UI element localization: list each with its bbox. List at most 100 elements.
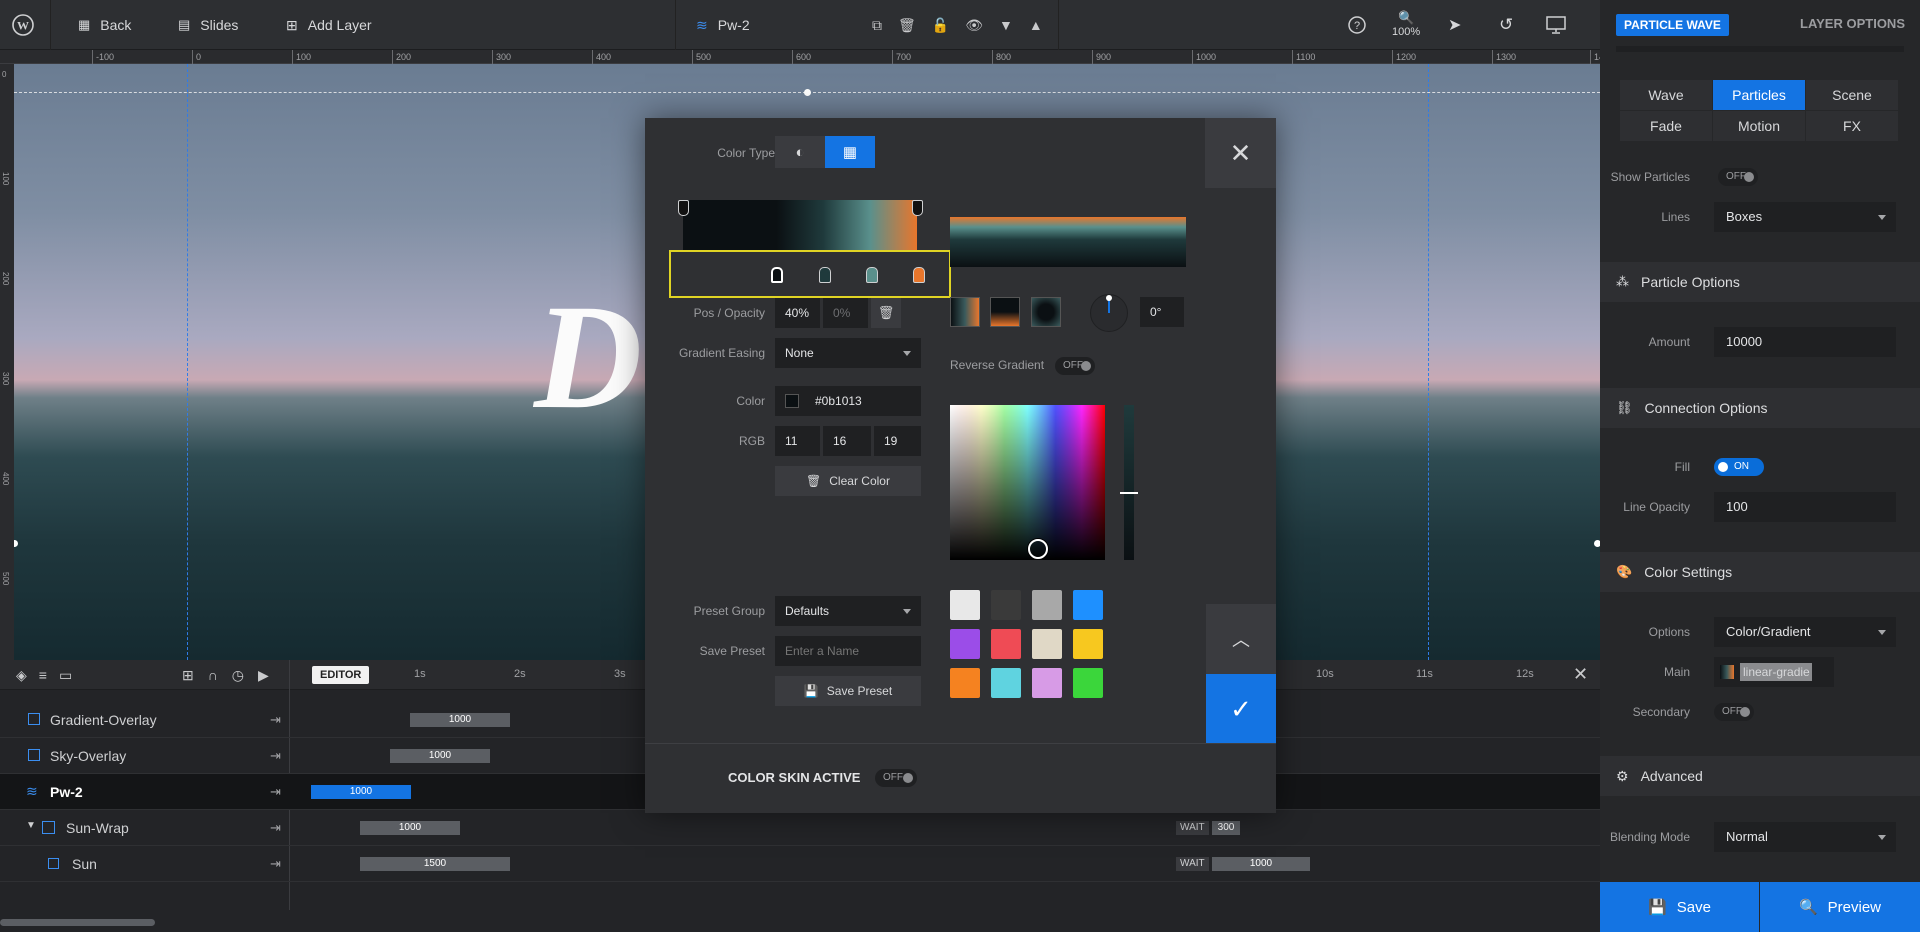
color-spectrum-picker[interactable]	[950, 405, 1105, 560]
secondary-toggle[interactable]: OFF	[1714, 703, 1754, 721]
color-stop-handle[interactable]	[819, 267, 831, 283]
collapse-row-icon[interactable]: ⇥	[270, 820, 281, 836]
wait-bar[interactable]: 300	[1212, 821, 1240, 835]
timeline-bar[interactable]: 1000	[390, 749, 490, 763]
spectrum-handle[interactable]	[1028, 539, 1048, 559]
line-opacity-input[interactable]: 100	[1714, 492, 1896, 522]
gradient-button[interactable]: ▦	[825, 136, 875, 168]
preset-color-swatch[interactable]	[950, 668, 980, 698]
chevron-down-icon[interactable]: ▼	[999, 17, 1013, 33]
solid-color-button[interactable]: ◐	[775, 136, 825, 168]
red-input[interactable]: 11	[775, 426, 820, 456]
help-icon[interactable]: ?	[1348, 0, 1366, 50]
collapse-row-icon[interactable]: ⇥	[270, 856, 281, 872]
add-layer-button[interactable]: ⊞ Add Layer	[286, 0, 372, 50]
chevron-up-button[interactable]: ︿	[1206, 604, 1276, 674]
luminance-handle[interactable]	[1120, 492, 1138, 494]
folder-icon[interactable]: ▭	[59, 667, 72, 684]
luminance-slider[interactable]	[1124, 405, 1134, 560]
timer-icon[interactable]: ◷	[232, 667, 244, 684]
gradient-bar[interactable]	[683, 200, 917, 250]
collapse-row-icon[interactable]: ⇥	[270, 712, 281, 728]
preview-button[interactable]: 🔍 Preview	[1760, 882, 1920, 932]
tab-particles[interactable]: Particles	[1713, 80, 1805, 110]
tab-wave[interactable]: Wave	[1620, 80, 1712, 110]
save-preset-button[interactable]: 💾 Save Preset	[775, 676, 921, 706]
blue-input[interactable]: 19	[874, 426, 921, 456]
timeline-bar[interactable]: 1000	[360, 821, 460, 835]
duplicate-icon[interactable]: ⧉	[872, 17, 882, 34]
green-input[interactable]: 16	[823, 426, 871, 456]
tab-scene[interactable]: Scene	[1806, 80, 1898, 110]
layers-icon[interactable]: ◈	[16, 667, 27, 684]
vertical-gradient-icon[interactable]	[990, 297, 1020, 327]
zoom-control[interactable]: 🔍 100%	[1392, 0, 1420, 50]
angle-dial[interactable]	[1090, 294, 1128, 332]
tab-fx[interactable]: FX	[1806, 111, 1898, 141]
delete-stop-button[interactable]: 🗑	[871, 298, 901, 328]
color-settings-section[interactable]: 🎨 Color Settings	[1600, 552, 1920, 592]
confirm-button[interactable]: ✓	[1206, 674, 1276, 744]
connection-options-section[interactable]: ⛓ Connection Options	[1600, 388, 1920, 428]
lines-select[interactable]: Boxes	[1714, 202, 1896, 232]
main-color-field[interactable]: linear-gradie	[1714, 657, 1834, 687]
horizontal-scrollbar[interactable]	[0, 919, 155, 926]
wait-bar[interactable]: 1000	[1212, 857, 1310, 871]
layer-options-tab[interactable]: LAYER OPTIONS	[1800, 16, 1905, 31]
lock-icon[interactable]: 🔓	[932, 17, 949, 34]
color-hex-input[interactable]: #0b1013	[775, 386, 921, 416]
resize-handle[interactable]	[14, 540, 18, 547]
grid-toggle-icon[interactable]: ⊞	[182, 667, 194, 684]
wordpress-logo-icon[interactable]: W	[12, 0, 34, 50]
reverse-gradient-toggle[interactable]: OFF	[1055, 357, 1095, 375]
opacity-input[interactable]: 0%	[823, 298, 868, 328]
fill-toggle[interactable]: ON	[1714, 458, 1764, 476]
particle-options-section[interactable]: ⁂ Particle Options	[1600, 262, 1920, 302]
opacity-stop-handle[interactable]	[678, 200, 689, 216]
show-particles-toggle[interactable]: OFF	[1718, 168, 1758, 186]
clear-color-button[interactable]: 🗑 Clear Color	[775, 466, 921, 496]
preset-color-swatch[interactable]	[1032, 629, 1062, 659]
preset-color-swatch[interactable]	[991, 590, 1021, 620]
preset-color-swatch[interactable]	[950, 590, 980, 620]
timeline-bar[interactable]: 1000	[311, 785, 411, 799]
magnet-icon[interactable]: ∩	[208, 667, 218, 684]
expand-caret-icon[interactable]: ▼	[26, 820, 36, 831]
visibility-eye-icon[interactable]: 👁	[965, 17, 983, 34]
preset-color-swatch[interactable]	[1073, 629, 1103, 659]
linear-gradient-icon[interactable]	[950, 297, 980, 327]
options-select[interactable]: Color/Gradient	[1714, 617, 1896, 647]
preset-color-swatch[interactable]	[1073, 668, 1103, 698]
slides-button[interactable]: ▤ Slides	[178, 0, 238, 50]
collapse-row-icon[interactable]: ⇥	[270, 748, 281, 764]
gradient-easing-select[interactable]: None	[775, 338, 921, 368]
timeline-row[interactable]: ▼ Sun-Wrap ⇥ 1000 WAIT 300	[0, 810, 1600, 846]
radial-gradient-icon[interactable]	[1031, 297, 1061, 327]
play-icon[interactable]: ▶	[258, 667, 269, 684]
color-skin-toggle[interactable]: OFF	[875, 769, 917, 787]
desktop-device-icon[interactable]	[1546, 0, 1566, 50]
list-icon[interactable]: ≡	[39, 667, 47, 684]
back-button[interactable]: ▦ Back	[78, 0, 131, 50]
timeline-bar[interactable]: 1000	[410, 713, 510, 727]
preset-color-swatch[interactable]	[991, 668, 1021, 698]
layer-selector[interactable]: ≋ Pw-2	[696, 0, 750, 50]
canvas-title-text[interactable]: D	[534, 282, 642, 432]
advanced-section[interactable]: ⚙ Advanced	[1600, 756, 1920, 796]
amount-input[interactable]: 10000	[1714, 327, 1896, 357]
preset-group-select[interactable]: Defaults	[775, 596, 921, 626]
chevron-up-icon[interactable]: ▲	[1029, 17, 1043, 33]
preset-name-input[interactable]	[775, 636, 921, 666]
timeline-bar[interactable]: 1500	[360, 857, 510, 871]
close-timeline-icon[interactable]: ✕	[1573, 664, 1588, 685]
timeline-row[interactable]: Sun ⇥ 1500 WAIT 1000	[0, 846, 1600, 882]
undo-icon[interactable]: ↺	[1499, 0, 1513, 50]
color-stop-handle[interactable]	[913, 267, 925, 283]
position-input[interactable]: 40%	[775, 298, 820, 328]
preset-color-swatch[interactable]	[1032, 668, 1062, 698]
trash-icon[interactable]: 🗑	[898, 17, 916, 34]
preset-color-swatch[interactable]	[991, 629, 1021, 659]
blending-mode-select[interactable]: Normal	[1714, 822, 1896, 852]
preset-color-swatch[interactable]	[1073, 590, 1103, 620]
collapse-row-icon[interactable]: ⇥	[270, 784, 281, 800]
